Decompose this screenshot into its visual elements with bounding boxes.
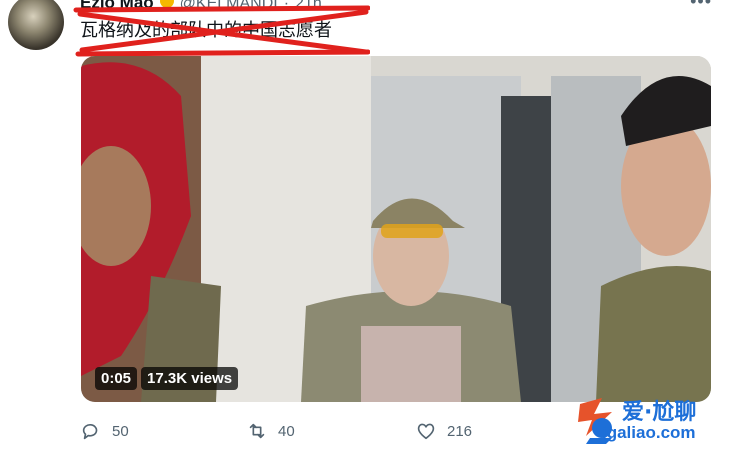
- retweet-icon: [249, 423, 265, 439]
- video-frame: [81, 56, 711, 402]
- video-overlay-badges: 0:05 17.3K views: [95, 367, 239, 390]
- reply-button[interactable]: 50: [80, 420, 129, 442]
- tweet-card: Ezio Mao @KELMANDI · 21h ••• 瓦格纳及的部队中的中国…: [0, 0, 734, 460]
- reply-count: 50: [112, 422, 129, 440]
- avatar[interactable]: [8, 0, 64, 50]
- timestamp[interactable]: 21h: [295, 0, 322, 13]
- heart-icon: [417, 423, 435, 440]
- user-handle[interactable]: @KELMANDI: [180, 0, 278, 13]
- retweet-button[interactable]: 40: [246, 420, 295, 442]
- retweet-count: 40: [278, 422, 295, 440]
- watermark-title: 爱·尬聊: [622, 400, 697, 425]
- site-watermark: 爱·尬聊 igaliao.com: [572, 392, 732, 450]
- display-name[interactable]: Ezio Mao: [80, 0, 154, 13]
- like-button[interactable]: 216: [415, 420, 472, 442]
- verified-badge-icon: [159, 0, 174, 8]
- tweet-header: Ezio Mao @KELMANDI · 21h: [80, 0, 322, 13]
- tweet-text: 瓦格纳及的部队中的中国志愿者: [80, 20, 332, 41]
- video-player[interactable]: 0:05 17.3K views: [81, 56, 711, 402]
- reply-icon: [82, 423, 98, 440]
- watermark-url: igaliao.com: [602, 423, 696, 442]
- video-views: 17.3K views: [141, 367, 239, 390]
- separator: ·: [283, 0, 290, 12]
- more-dots-icon[interactable]: •••: [690, 0, 712, 12]
- video-duration: 0:05: [95, 367, 138, 390]
- like-count: 216: [447, 422, 473, 440]
